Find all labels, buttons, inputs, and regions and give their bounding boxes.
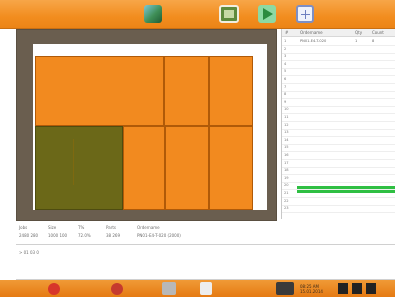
row-ordername[interactable]: PN01-E4-T-020: [300, 39, 326, 43]
row-divider: [282, 113, 395, 115]
play-icon[interactable]: [258, 5, 276, 23]
log-output[interactable]: > 01 03 0: [16, 244, 395, 280]
info-value-jobs: 2480 280: [19, 233, 39, 238]
image-icon[interactable]: [219, 5, 239, 23]
info-value-t: 72.0%: [78, 233, 91, 238]
row-divider: [282, 90, 395, 92]
row-number: 7: [284, 84, 287, 89]
row-divider: [282, 45, 395, 46]
row-divider: [282, 60, 395, 62]
row-number: 6: [284, 77, 287, 81]
row-divider: [282, 83, 395, 84]
order-list-panel[interactable]: # Ordername Qty Count 1 2 3 4 5 6 7 8 9 10 11 12 13 1…: [281, 29, 395, 219]
row-number: 1: [284, 39, 287, 43]
row-number: 22: [284, 198, 289, 203]
stop-icon[interactable]: [111, 283, 123, 295]
row-divider: [282, 143, 395, 145]
row-number: 21: [284, 191, 289, 195]
row-divider: [282, 166, 395, 168]
part-right[interactable]: [209, 56, 253, 126]
info-header-jobs: Jobs: [19, 225, 28, 230]
row-divider: [282, 189, 395, 191]
info-header-ordername: Ordername: [137, 225, 160, 230]
row-divider: [282, 121, 395, 122]
main-toolbar: [0, 0, 395, 29]
col-header-ordername[interactable]: Ordername: [300, 30, 323, 35]
info-header-size: Size: [48, 225, 57, 230]
home-icon[interactable]: [200, 282, 212, 295]
row-divider: [282, 181, 395, 183]
tray-icon[interactable]: [338, 283, 348, 294]
row-number: 8: [284, 92, 287, 97]
row-number: 9: [284, 99, 287, 104]
row-divider: [282, 67, 395, 69]
list-header: # Ordername Qty Count: [282, 29, 395, 37]
monitor-icon[interactable]: [276, 282, 294, 295]
info-value-size: 1000 100: [48, 233, 68, 238]
part-lower-3[interactable]: [209, 126, 253, 210]
tray-icon[interactable]: [366, 283, 376, 294]
row-divider: [282, 105, 395, 107]
col-header-count[interactable]: Count: [372, 30, 384, 35]
part-lower-1[interactable]: [123, 126, 165, 210]
tray-icon[interactable]: [352, 283, 362, 294]
row-count[interactable]: 8: [372, 39, 374, 43]
part-selected[interactable]: [35, 126, 123, 210]
row-divider: [282, 151, 395, 153]
row-number: 2: [284, 46, 287, 51]
row-number: 12: [284, 122, 289, 127]
row-divider: [282, 159, 395, 160]
row-number: 10: [284, 107, 289, 112]
col-header-qty[interactable]: Qty: [355, 30, 362, 35]
row-number: 17: [284, 160, 289, 165]
job-info-strip: Jobs Size T% Parts Ordername 2480 280 10…: [16, 222, 395, 244]
row-number: 23: [284, 206, 289, 211]
row-number: 15: [284, 145, 289, 150]
col-header-index[interactable]: #: [285, 30, 288, 35]
row-divider: [282, 212, 395, 214]
info-header-parts: Parts: [106, 225, 116, 230]
row-number: 20: [284, 183, 289, 188]
row-number: 16: [284, 153, 289, 157]
row-divider: [282, 75, 395, 77]
row-divider: [282, 128, 395, 130]
row-number: 3: [284, 54, 287, 59]
row-divider: [282, 52, 395, 54]
row-number: 19: [284, 175, 289, 180]
row-number: 4: [284, 61, 287, 66]
info-value-parts: 38 269: [106, 233, 120, 238]
info-value-ordername: PN01-E4-T-020 (2000): [137, 233, 181, 238]
info-header-t: T%: [78, 225, 85, 230]
material-sheet: [33, 44, 267, 210]
row-divider: [282, 204, 395, 206]
row-number: 11: [284, 115, 289, 119]
row-divider: [282, 197, 395, 198]
taskbar: 08:25 AM 15.01.2014: [0, 280, 395, 297]
row-divider: [282, 136, 395, 138]
row-number: 14: [284, 137, 289, 142]
date-text: 15.01.2014: [300, 289, 323, 294]
row-qty[interactable]: 1: [355, 39, 357, 43]
row-divider: [282, 98, 395, 100]
grid-icon[interactable]: [296, 5, 314, 23]
tool-icon[interactable]: [162, 282, 176, 295]
row-number: 5: [284, 69, 287, 74]
part-mid[interactable]: [164, 56, 209, 126]
box-icon[interactable]: [144, 5, 162, 23]
part-large[interactable]: [35, 56, 164, 126]
row-number: 13: [284, 130, 289, 135]
part-lower-2[interactable]: [165, 126, 209, 210]
log-line: > 01 03 0: [19, 250, 39, 255]
row-divider: [282, 174, 395, 176]
quit-icon[interactable]: [48, 283, 60, 295]
row-number: 18: [284, 168, 289, 173]
cut-line: [73, 139, 74, 185]
